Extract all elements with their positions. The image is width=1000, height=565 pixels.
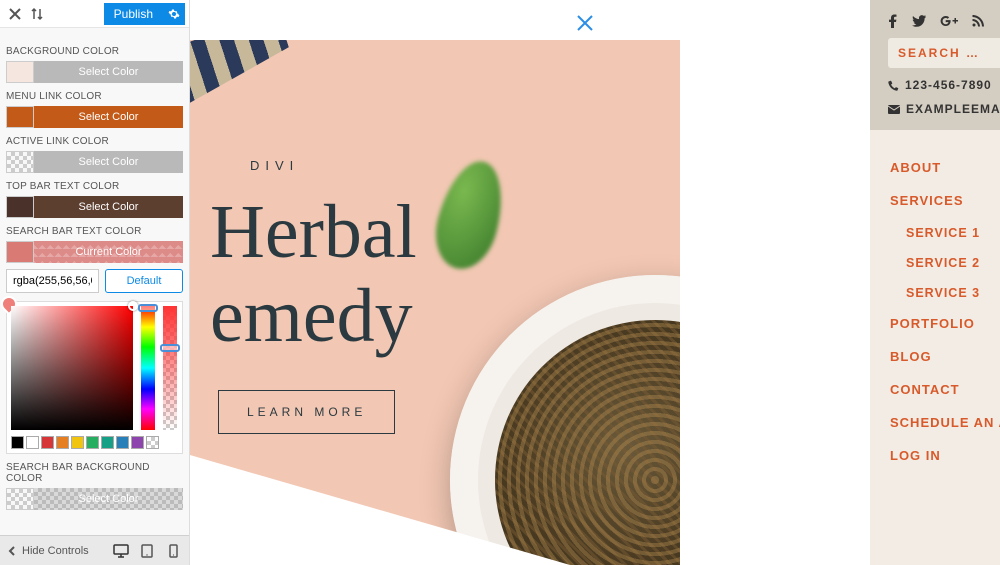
close-icon [9,8,21,20]
phone-line: 123-456-7890 [888,78,1000,92]
hue-slider[interactable] [141,306,155,430]
hero-section: DIVI Herbal emedy LEARN MORE [190,40,680,565]
preset-colors-row [11,436,178,449]
site-header: SEARCH … 123-456-7890 EXAMPLEEMAIL@EXAMP… [870,0,1000,130]
searchbar-text-color-input[interactable] [6,269,99,293]
nav-services[interactable]: SERVICES [890,193,1000,208]
nav-service-3[interactable]: SERVICE 3 [906,286,1000,300]
hide-controls-label: Hide Controls [22,545,89,557]
tablet-icon [141,544,153,558]
email-text: EXAMPLEEMAIL@EXAMPLEEMAIL.COM [906,102,1000,116]
learn-more-button[interactable]: LEARN MORE [218,390,395,434]
twitter-icon[interactable] [912,15,926,27]
hide-controls-button[interactable]: Hide Controls [6,545,89,557]
nav-contact[interactable]: CONTACT [890,382,1000,397]
background-color-label: BACKGROUND COLOR [6,46,183,57]
collapse-icon [6,545,18,557]
phone-icon [888,80,899,91]
close-customizer-button[interactable] [4,3,26,25]
preset-swatch[interactable] [41,436,54,449]
publish-group: Publish [104,3,185,25]
preset-swatch[interactable] [26,436,39,449]
email-icon [888,105,900,114]
preset-swatch[interactable] [131,436,144,449]
active-link-color-swatch[interactable] [6,151,34,173]
searchbar-bg-color-swatch[interactable] [6,488,34,510]
alpha-handle[interactable] [160,344,180,352]
publish-button[interactable]: Publish [104,3,163,25]
searchbar-text-color-swatch[interactable] [6,241,34,263]
nav-login[interactable]: LOG IN [890,448,1000,463]
nav-service-1[interactable]: SERVICE 1 [906,226,1000,240]
topbar-text-color-swatch[interactable] [6,196,34,218]
gear-icon [168,8,180,20]
mobile-icon [169,544,178,558]
hero-title-line2: emedy [210,274,413,358]
saturation-value-area[interactable] [11,306,133,430]
desktop-icon [113,544,129,558]
site-nav: ABOUT SERVICES SERVICE 1 SERVICE 2 SERVI… [870,130,1000,565]
active-link-color-button[interactable]: Select Color [34,151,183,173]
hero-eyebrow: DIVI [250,158,299,173]
mobile-preview-button[interactable] [163,541,183,561]
publish-settings-button[interactable] [163,3,185,25]
nav-service-2[interactable]: SERVICE 2 [906,256,1000,270]
google-plus-icon[interactable] [940,15,958,27]
searchbar-text-color-default-button[interactable]: Default [105,269,183,293]
search-bar[interactable]: SEARCH … [888,38,1000,68]
hue-handle[interactable] [138,304,158,312]
alpha-slider[interactable] [163,306,177,430]
preset-swatch[interactable] [101,436,114,449]
reorder-button[interactable] [26,3,48,25]
hero-title: Herbal emedy [210,190,417,358]
menu-link-color-label: MENU LINK COLOR [6,91,183,102]
preset-swatch[interactable] [116,436,129,449]
customizer-footer: Hide Controls [0,535,189,565]
nav-portfolio[interactable]: PORTFOLIO [890,316,1000,331]
topbar-text-color-label: TOP BAR TEXT COLOR [6,181,183,192]
searchbar-text-color-button[interactable]: Current Color [34,241,183,263]
customizer-body: BACKGROUND COLOR Select Color MENU LINK … [0,28,189,535]
close-icon [576,14,594,32]
menu-link-color-swatch[interactable] [6,106,34,128]
nav-blog[interactable]: BLOG [890,349,1000,364]
bowl-image [450,275,680,565]
preview-area: DIVI Herbal emedy LEARN MORE SEARCH … 12… [190,0,1000,565]
background-color-button[interactable]: Select Color [34,61,183,83]
menu-link-color-button[interactable]: Select Color [34,106,183,128]
preset-swatch[interactable] [11,436,24,449]
preset-swatch[interactable] [71,436,84,449]
rss-icon[interactable] [972,15,984,27]
preset-swatch[interactable] [86,436,99,449]
preset-swatch[interactable] [146,436,159,449]
searchbar-bg-color-button[interactable]: Select Color [34,488,183,510]
preset-swatch[interactable] [56,436,69,449]
hero-pattern [190,40,296,107]
nav-about[interactable]: ABOUT [890,160,1000,175]
customizer-header: Publish [0,0,189,28]
topbar-text-color-button[interactable]: Select Color [34,196,183,218]
saturation-value-handle[interactable] [128,301,138,311]
leaf-image [427,154,513,276]
social-row [888,14,1000,28]
nav-services-label: SERVICES [890,193,964,208]
search-placeholder: SEARCH … [898,46,1000,60]
phone-text: 123-456-7890 [905,78,992,92]
customizer-panel: Publish BACKGROUND COLOR Select Color ME… [0,0,190,565]
close-menu-button[interactable] [576,14,594,32]
color-picker[interactable] [6,301,183,454]
desktop-preview-button[interactable] [111,541,131,561]
facebook-icon[interactable] [888,14,898,28]
searchbar-text-color-label: SEARCH BAR TEXT COLOR [6,226,183,237]
active-link-color-label: ACTIVE LINK COLOR [6,136,183,147]
background-color-swatch[interactable] [6,61,34,83]
email-line: EXAMPLEEMAIL@EXAMPLEEMAIL.COM [888,102,1000,116]
sort-icon [31,7,43,21]
hero-title-line1: Herbal [210,190,417,274]
searchbar-bg-color-label: SEARCH BAR BACKGROUND COLOR [6,462,183,484]
tablet-preview-button[interactable] [137,541,157,561]
nav-schedule[interactable]: SCHEDULE AN APPOINTMENT [890,415,1000,430]
